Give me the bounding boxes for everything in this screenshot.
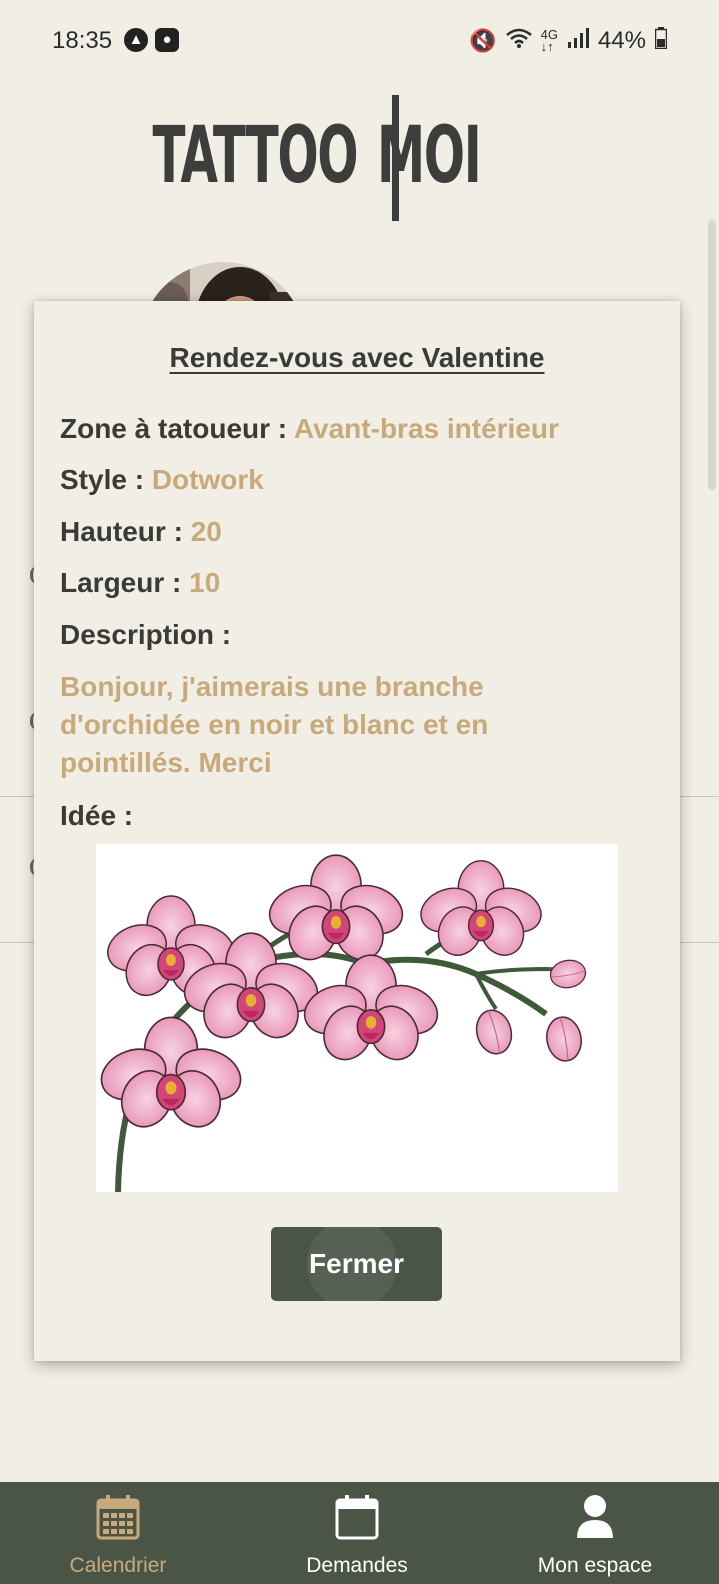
close-button-label: Fermer [309,1248,404,1279]
style-value: Dotwork [151,464,264,495]
width-value: 10 [189,567,221,598]
background-divider [0,942,34,943]
height-field: Hauteur : 20 [60,516,222,548]
nav-item-mon-espace[interactable]: Mon espace [515,1482,675,1584]
zone-value: Avant-bras intérieur [293,413,559,444]
battery-icon [654,27,668,55]
signal-icon [567,28,589,54]
idea-label: Idée : [60,800,134,831]
navigation-icon: ▲ [124,28,148,52]
nav-label: Demandes [306,1554,408,1577]
description-value: Bonjour, j'aimerais une branche d'orchid… [60,671,489,778]
wifi-icon [505,27,532,55]
nav-item-demandes[interactable]: Demandes [277,1482,437,1584]
style-field: Style : Dotwork [60,464,264,496]
width-label: Largeur : [60,567,190,598]
height-label: Hauteur : [60,516,191,547]
appointment-modal: Rendez-vous avec Valentine Zone à tatoue… [34,301,680,1361]
nav-label: Calendrier [69,1554,167,1577]
logo-right-word: MOI [377,111,482,201]
zone-label: Zone à tatoueur : [60,413,294,444]
zone-field: Zone à tatoueur : Avant-bras intérieur [60,413,559,445]
status-right: 🔇 4G ↓↑ 44% [469,27,668,55]
modal-title: Rendez-vous avec Valentine [169,342,545,373]
logo-left-word: TATTOO [152,111,358,201]
description-label: Description : [60,619,232,650]
battery-percent: 44% [597,27,646,54]
background-divider [680,796,719,797]
style-label: Style : [60,464,152,495]
calendar-icon [335,1494,379,1545]
status-time: 18:35 [52,27,113,54]
calendar-grid-icon [96,1494,140,1545]
width-field: Largeur : 10 [60,567,220,599]
close-button[interactable]: Fermer [271,1227,442,1301]
bottom-nav: Calendrier Demandes Mon espace [0,1482,719,1584]
height-value: 20 [190,516,222,547]
scrollbar[interactable] [708,220,716,490]
user-icon [575,1494,615,1545]
background-divider [680,942,719,943]
mute-icon: 🔇 [469,28,497,53]
status-bar: 18:35 ▲ ● 🔇 4G ↓↑ 44% [0,0,719,84]
network-4g-icon: 4G ↓↑ [540,27,558,54]
nav-label: Mon espace [537,1554,653,1577]
idea-image [96,844,618,1192]
record-icon: ● [155,28,179,52]
nav-item-calendrier[interactable]: Calendrier [38,1482,198,1584]
background-divider [0,796,34,797]
